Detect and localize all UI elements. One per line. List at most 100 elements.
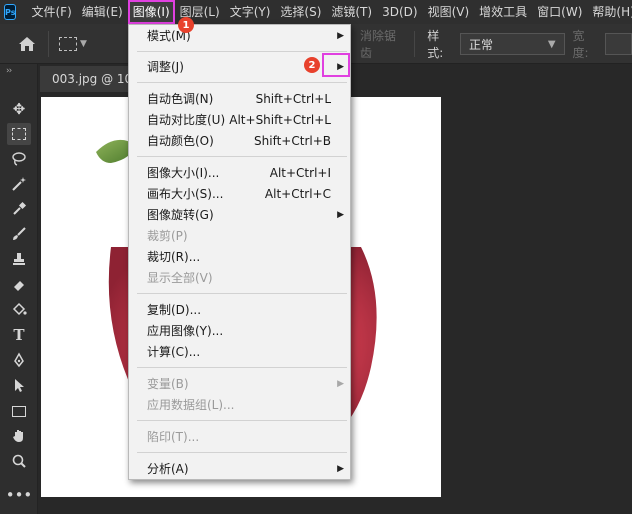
menu-item-trap[interactable]: 陷印(T)...: [129, 427, 350, 447]
menu-item-auto-contrast[interactable]: 自动对比度(U) Alt+Shift+Ctrl+L: [129, 110, 350, 130]
menu-item-calculations[interactable]: 计算(C)...: [129, 342, 350, 362]
menu-item-image-size[interactable]: 图像大小(I)... Alt+Ctrl+I: [129, 163, 350, 183]
width-input[interactable]: [605, 33, 632, 55]
menu-item-variables[interactable]: 变量(B) ▶: [129, 374, 350, 394]
document-tab[interactable]: 003.jpg @ 10: [40, 66, 135, 92]
collapse-panel-icon[interactable]: ››: [6, 66, 12, 76]
menu-item-image-rotation[interactable]: 图像旋转(G) ▶: [129, 205, 350, 225]
submenu-arrow-icon: ▶: [337, 379, 344, 389]
submenu-arrow-icon: ▶: [337, 464, 344, 474]
hand-tool-icon[interactable]: [7, 425, 31, 447]
menu-item-canvas-size[interactable]: 画布大小(S)... Alt+Ctrl+C: [129, 184, 350, 204]
move-tool-icon[interactable]: ✥: [7, 98, 31, 120]
photoshop-logo: Ps: [4, 4, 17, 20]
brush-tool-icon[interactable]: [7, 223, 31, 245]
menu-item-label: 裁切(R)...: [147, 250, 201, 264]
menu-select[interactable]: 选择(S): [275, 0, 326, 24]
menu-item-reveal-all[interactable]: 显示全部(V): [129, 268, 350, 288]
menu-image[interactable]: 图像(I): [127, 0, 175, 24]
zoom-tool-icon[interactable]: [7, 450, 31, 472]
menu-item-shortcut: Alt+Ctrl+I: [269, 166, 331, 180]
menu-item-label: 变量(B): [147, 377, 189, 391]
menu-item-apply-data-set[interactable]: 应用数据组(L)...: [129, 395, 350, 415]
menu-item-auto-tone[interactable]: 自动色调(N) Shift+Ctrl+L: [129, 89, 350, 109]
menu-item-auto-color[interactable]: 自动颜色(O) Shift+Ctrl+B: [129, 131, 350, 151]
menu-separator: [137, 367, 347, 368]
menu-separator: [137, 156, 347, 157]
menu-item-shortcut: Alt+Shift+Ctrl+L: [229, 113, 331, 127]
menu-item-label: 自动色调(N): [147, 92, 214, 106]
chevron-down-icon: ▼: [80, 38, 87, 49]
magic-wand-tool-icon[interactable]: [7, 173, 31, 195]
submenu-arrow-highlight: [322, 53, 350, 77]
menu-item-label: 计算(C)...: [147, 345, 201, 359]
image-menu-dropdown: 模式(M) ▶ 调整(J) ▶ 自动色调(N) Shift+Ctrl+L 自动对…: [128, 24, 351, 480]
menu-item-label: 画布大小(S)...: [147, 187, 224, 201]
menu-item-label: 调整(J): [147, 60, 184, 74]
marquee-tool-preset[interactable]: ▼: [59, 36, 87, 51]
menu-separator: [137, 82, 347, 83]
paint-bucket-tool-icon[interactable]: [7, 298, 31, 320]
menu-window[interactable]: 窗口(W): [532, 0, 587, 24]
chevron-down-icon: ▼: [547, 38, 556, 50]
menu-item-label: 复制(D)...: [147, 303, 202, 317]
menu-separator: [137, 293, 347, 294]
menu-item-analysis[interactable]: 分析(A) ▶: [129, 459, 350, 479]
menu-item-label: 显示全部(V): [147, 271, 213, 285]
submenu-arrow-icon: ▶: [337, 31, 344, 41]
rectangle-tool-icon[interactable]: [7, 400, 31, 422]
menu-edit[interactable]: 编辑(E): [77, 0, 128, 24]
style-select[interactable]: 正常 ▼: [460, 33, 565, 55]
menu-item-label: 陷印(T)...: [147, 430, 200, 444]
rectangular-marquee-tool-icon[interactable]: [7, 123, 31, 145]
menu-item-apply-image[interactable]: 应用图像(Y)...: [129, 321, 350, 341]
menu-item-label: 分析(A): [147, 462, 189, 476]
menu-items: 文件(F) 编辑(E) 图像(I) 图层(L) 文字(Y) 选择(S) 滤镜(T…: [26, 0, 632, 24]
menu-item-label: 应用数据组(L)...: [147, 398, 235, 412]
width-label: 宽度:: [572, 29, 589, 60]
menu-separator: [137, 51, 347, 52]
menu-item-shortcut: Shift+Ctrl+B: [254, 134, 331, 148]
menu-bar: Ps 文件(F) 编辑(E) 图像(I) 图层(L) 文字(Y) 选择(S) 滤…: [0, 0, 632, 24]
eraser-tool-icon[interactable]: [7, 273, 31, 295]
menu-item-label: 自动颜色(O): [147, 134, 214, 148]
menu-item-label: 图像旋转(G): [147, 208, 214, 222]
submenu-arrow-icon: ▶: [337, 210, 344, 220]
menu-item-label: 自动对比度(U): [147, 113, 226, 127]
rectangular-marquee-icon: [59, 36, 77, 51]
home-icon[interactable]: [16, 33, 38, 55]
style-select-value: 正常: [469, 37, 494, 52]
style-label: 样式:: [427, 29, 444, 60]
menu-item-shortcut: Shift+Ctrl+L: [255, 92, 331, 106]
tools-panel: ›› ✥ T •••: [0, 64, 38, 514]
antialias-checkbox-label: 消除锯齿: [360, 29, 397, 60]
options-right-group: 消除锯齿 样式: 正常 ▼ 宽度:: [360, 24, 632, 64]
menu-type[interactable]: 文字(Y): [225, 0, 276, 24]
eyedropper-tool-icon[interactable]: [7, 198, 31, 220]
menu-help[interactable]: 帮助(H): [587, 0, 632, 24]
toolbar-separator: [48, 30, 49, 57]
menu-view[interactable]: 视图(V): [423, 0, 475, 24]
more-tools-icon[interactable]: •••: [6, 484, 33, 506]
type-tool-icon[interactable]: T: [7, 324, 31, 346]
menu-separator: [137, 420, 347, 421]
menu-item-trim[interactable]: 裁切(R)...: [129, 247, 350, 267]
menu-item-mode[interactable]: 模式(M) ▶: [129, 26, 350, 46]
lasso-tool-icon[interactable]: [7, 148, 31, 170]
path-selection-tool-icon[interactable]: [7, 374, 31, 396]
menu-item-crop[interactable]: 裁剪(P): [129, 226, 350, 246]
step-badge-2: 2: [304, 57, 320, 73]
toolbar-separator: [414, 31, 416, 57]
pen-tool-icon[interactable]: [7, 349, 31, 371]
step-badge-1: 1: [178, 17, 194, 33]
menu-separator: [137, 452, 347, 453]
menu-item-label: 图像大小(I)...: [147, 166, 220, 180]
clone-stamp-tool-icon[interactable]: [7, 248, 31, 270]
menu-file[interactable]: 文件(F): [26, 0, 76, 24]
menu-item-duplicate[interactable]: 复制(D)...: [129, 300, 350, 320]
menu-item-label: 应用图像(Y)...: [147, 324, 224, 338]
menu-3d[interactable]: 3D(D): [377, 0, 422, 24]
menu-plugins[interactable]: 增效工具: [474, 0, 532, 24]
menu-item-shortcut: Alt+Ctrl+C: [264, 187, 331, 201]
menu-filter[interactable]: 滤镜(T): [326, 0, 377, 24]
